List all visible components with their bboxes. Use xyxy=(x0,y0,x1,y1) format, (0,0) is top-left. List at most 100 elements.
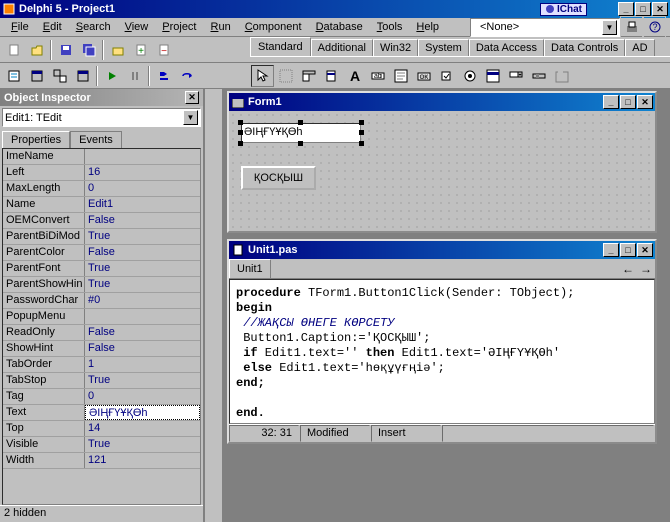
palette-tab-data-access[interactable]: Data Access xyxy=(469,39,544,56)
unit1-max-button[interactable]: □ xyxy=(620,243,636,257)
checkbox-icon[interactable] xyxy=(435,65,458,87)
frames-icon[interactable] xyxy=(274,65,297,87)
prop-value[interactable]: 0 xyxy=(85,181,200,196)
palette-tab-data-controls[interactable]: Data Controls xyxy=(544,39,625,56)
palette-tab-standard[interactable]: Standard xyxy=(250,37,311,56)
code-editor-window[interactable]: Unit1.pas _ □ ✕ Unit1 ← → procedure TFor… xyxy=(227,239,657,444)
remove-file-icon[interactable]: − xyxy=(152,39,175,61)
prop-value[interactable]: 121 xyxy=(85,453,200,468)
prop-value[interactable]: True xyxy=(85,229,200,244)
menu-search[interactable]: Search xyxy=(69,19,118,35)
prop-row[interactable]: PasswordChar#0 xyxy=(3,293,200,309)
button1-control[interactable]: ҚОСҚЫШ xyxy=(241,166,316,190)
prop-row[interactable]: ReadOnlyFalse xyxy=(3,325,200,341)
unit1-min-button[interactable]: _ xyxy=(603,243,619,257)
view-form-icon[interactable] xyxy=(25,65,48,87)
menu-view[interactable]: View xyxy=(118,19,156,35)
prop-row[interactable]: TabOrder1 xyxy=(3,357,200,373)
edit1-control[interactable]: ӘІҢҒҮҰҚӨһ xyxy=(241,123,361,143)
prop-row[interactable]: ParentShowHinTrue xyxy=(3,277,200,293)
listbox-icon[interactable] xyxy=(481,65,504,87)
prop-value[interactable]: True xyxy=(85,277,200,292)
tab-events[interactable]: Events xyxy=(70,131,122,148)
view-unit-icon[interactable] xyxy=(2,65,25,87)
prop-row[interactable]: PopupMenu xyxy=(3,309,200,325)
prop-value[interactable] xyxy=(85,149,200,164)
trace-into-icon[interactable] xyxy=(152,65,175,87)
prop-value[interactable]: True xyxy=(85,437,200,452)
chevron-down-icon[interactable]: ▼ xyxy=(183,110,198,125)
property-grid[interactable]: ImeNameLeft16MaxLength0NameEdit1OEMConve… xyxy=(2,148,201,505)
open-icon[interactable] xyxy=(25,39,48,61)
chevron-down-icon[interactable]: ▼ xyxy=(602,20,617,35)
prop-value[interactable]: False xyxy=(85,325,200,340)
menu-edit[interactable]: Edit xyxy=(36,19,69,35)
unit1-titlebar[interactable]: Unit1.pas _ □ ✕ xyxy=(229,241,655,259)
add-file-icon[interactable]: + xyxy=(129,39,152,61)
tab-unit1[interactable]: Unit1 xyxy=(229,259,271,278)
prop-row[interactable]: Width121 xyxy=(3,453,200,469)
prop-row[interactable]: ParentFontTrue xyxy=(3,261,200,277)
scrollbar-icon[interactable] xyxy=(527,65,550,87)
menu-database[interactable]: Database xyxy=(309,19,370,35)
minimize-button[interactable]: _ xyxy=(618,2,634,16)
menu-run[interactable]: Run xyxy=(204,19,238,35)
prop-row[interactable]: Tag0 xyxy=(3,389,200,405)
form1-max-button[interactable]: □ xyxy=(620,95,636,109)
radiobutton-icon[interactable] xyxy=(458,65,481,87)
palette-tab-ad[interactable]: AD xyxy=(625,39,654,56)
save-icon[interactable] xyxy=(54,39,77,61)
cursor-icon[interactable] xyxy=(251,65,274,87)
prop-row[interactable]: Left16 xyxy=(3,165,200,181)
form1-close-button[interactable]: ✕ xyxy=(637,95,653,109)
step-over-icon[interactable] xyxy=(175,65,198,87)
prop-row[interactable]: VisibleTrue xyxy=(3,437,200,453)
prop-row[interactable]: OEMConvertFalse xyxy=(3,213,200,229)
close-button[interactable]: ✕ xyxy=(652,2,668,16)
prop-row[interactable]: TabStopTrue xyxy=(3,373,200,389)
new-icon[interactable] xyxy=(2,39,25,61)
objinsp-selector[interactable]: Edit1: TEdit▼ xyxy=(2,108,201,127)
menu-component[interactable]: Component xyxy=(238,19,309,35)
save-all-icon[interactable] xyxy=(77,39,100,61)
menu-file[interactable]: FFileile xyxy=(4,19,36,35)
prop-row[interactable]: NameEdit1 xyxy=(3,197,200,213)
menu-help[interactable]: Help xyxy=(409,19,446,35)
prop-row[interactable]: ParentColorFalse xyxy=(3,245,200,261)
palette-tab-system[interactable]: System xyxy=(418,39,469,56)
form1-min-button[interactable]: _ xyxy=(603,95,619,109)
prop-value[interactable]: True xyxy=(85,373,200,388)
prop-row[interactable]: Top14 xyxy=(3,421,200,437)
prop-value[interactable]: #0 xyxy=(85,293,200,308)
palette-tab-win32[interactable]: Win32 xyxy=(373,39,418,56)
form-designer-window[interactable]: Form1 _ □ ✕ ӘІҢҒҮҰҚӨһ ҚОСҚЫШ xyxy=(227,91,657,233)
edit-icon[interactable]: ab xyxy=(366,65,389,87)
prop-row[interactable]: TextӘІҢҒҮҰҚӨһ xyxy=(3,405,200,421)
prop-value[interactable]: 16 xyxy=(85,165,200,180)
pause-icon[interactable] xyxy=(123,65,146,87)
unit1-close-button[interactable]: ✕ xyxy=(637,243,653,257)
prop-row[interactable]: ImeName xyxy=(3,149,200,165)
prop-value[interactable]: False xyxy=(85,245,200,260)
ichat-badge[interactable]: IChat xyxy=(540,3,587,16)
button-icon[interactable]: OK xyxy=(412,65,435,87)
prop-value[interactable]: 14 xyxy=(85,421,200,436)
maximize-button[interactable]: □ xyxy=(635,2,651,16)
prop-row[interactable]: ParentBiDiModTrue xyxy=(3,229,200,245)
new-form-icon[interactable] xyxy=(71,65,94,87)
prop-row[interactable]: MaxLength0 xyxy=(3,181,200,197)
popupmenu-icon[interactable] xyxy=(320,65,343,87)
toggle-icon[interactable] xyxy=(48,65,71,87)
prop-value[interactable]: False xyxy=(85,341,200,356)
mainmenu-icon[interactable] xyxy=(297,65,320,87)
label-icon[interactable]: A xyxy=(343,65,366,87)
tab-properties[interactable]: Properties xyxy=(2,131,70,148)
prop-value[interactable]: ӘІҢҒҮҰҚӨһ xyxy=(85,405,200,420)
run-icon[interactable] xyxy=(100,65,123,87)
help-icon[interactable]: ? xyxy=(643,16,666,38)
code-editor[interactable]: procedure TForm1.Button1Click(Sender: TO… xyxy=(229,279,655,424)
prop-value[interactable]: 1 xyxy=(85,357,200,372)
objinsp-close-button[interactable]: ✕ xyxy=(185,91,199,104)
prop-value[interactable]: 0 xyxy=(85,389,200,404)
nav-back-icon[interactable]: ← xyxy=(619,261,637,277)
